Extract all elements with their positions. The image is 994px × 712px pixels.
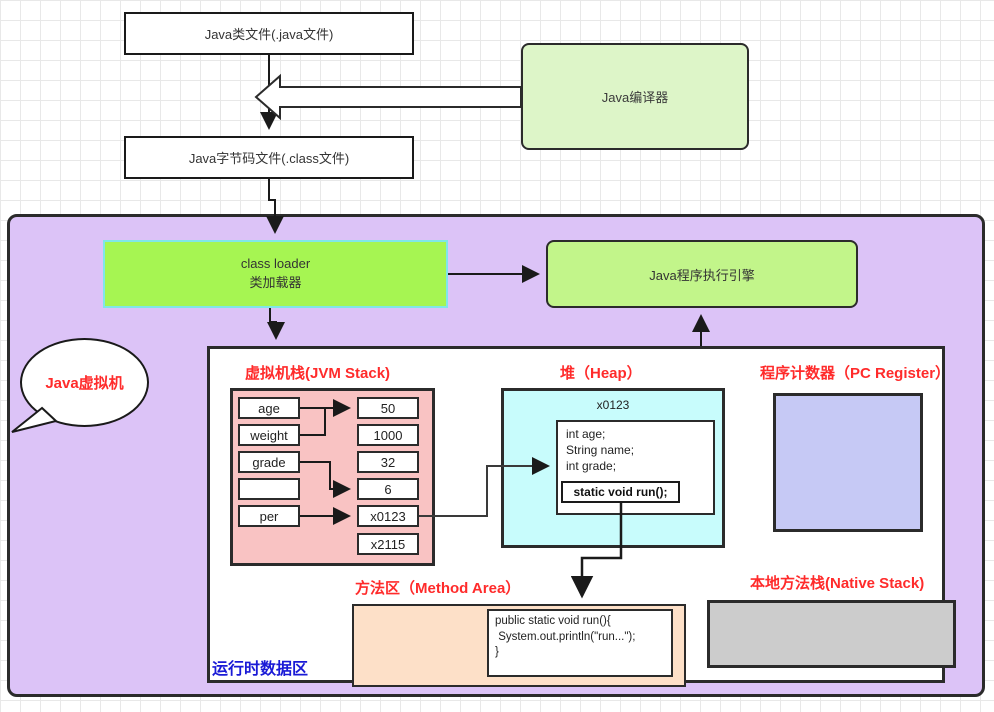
java-compiler-label: Java编译器 [601, 90, 669, 105]
stack-slot-4[interactable]: x0123 [357, 505, 419, 527]
class-loader-line1: class loader [240, 256, 311, 272]
stack-var-grade[interactable]: grade [238, 451, 300, 473]
java-bytecode-file-label: Java字节码文件(.class文件) [188, 151, 350, 166]
stack-var-age[interactable]: age [238, 397, 300, 419]
heap-field-2: int grade; [566, 458, 617, 473]
method-area-title: 方法区（Method Area） [355, 580, 521, 597]
class-loader-line2: 类加载器 [249, 275, 302, 290]
class-loader-text: class loader 类加载器 [241, 255, 310, 293]
stack-slot-2[interactable]: 32 [357, 451, 419, 473]
stack-slot-3[interactable]: 6 [357, 478, 419, 500]
stack-var-weight[interactable]: weight [238, 424, 300, 446]
class-loader-box[interactable]: class loader 类加载器 [103, 240, 448, 308]
heap-address-label: x0123 [596, 398, 630, 412]
jvm-stack-title: 虚拟机栈(JVM Stack) [245, 365, 391, 382]
native-stack-title: 本地方法栈(Native Stack) [750, 575, 925, 592]
heap-field-0: int age; [566, 427, 606, 441]
method-area-code-box[interactable]: public static void run(){ System.out.pri… [487, 609, 673, 677]
runtime-data-area-label: 运行时数据区 [212, 661, 309, 678]
java-bytecode-file-box[interactable]: Java字节码文件(.class文件) [124, 136, 414, 179]
native-stack-region [707, 600, 956, 668]
block-arrow-compiler-to-source [254, 73, 522, 121]
jvm-callout-label: Java虚拟机 [45, 375, 124, 392]
heap-field-1: String name; [566, 442, 635, 457]
stack-slot-5[interactable]: x2115 [357, 533, 419, 555]
stack-slot-1[interactable]: 1000 [357, 424, 419, 446]
execution-engine-label: Java程序执行引擎 [649, 267, 755, 283]
pc-register-title: 程序计数器（PC Register） [760, 365, 951, 382]
heap-title: 堆（Heap） [560, 365, 642, 382]
execution-engine-box[interactable]: Java程序执行引擎 [546, 240, 858, 308]
stack-var-empty[interactable] [238, 478, 300, 500]
stack-var-per[interactable]: per [238, 505, 300, 527]
java-source-file-box[interactable]: Java类文件(.java文件) [124, 12, 414, 55]
stack-slot-0[interactable]: 50 [357, 397, 419, 419]
jvm-callout-bubble: Java虚拟机 [20, 338, 149, 427]
java-source-file-label: Java类文件(.java文件) [204, 27, 334, 42]
heap-static-method-box[interactable]: static void run(); [561, 481, 680, 503]
java-compiler-box[interactable]: Java编译器 [521, 43, 749, 150]
pc-register-region [773, 393, 923, 532]
